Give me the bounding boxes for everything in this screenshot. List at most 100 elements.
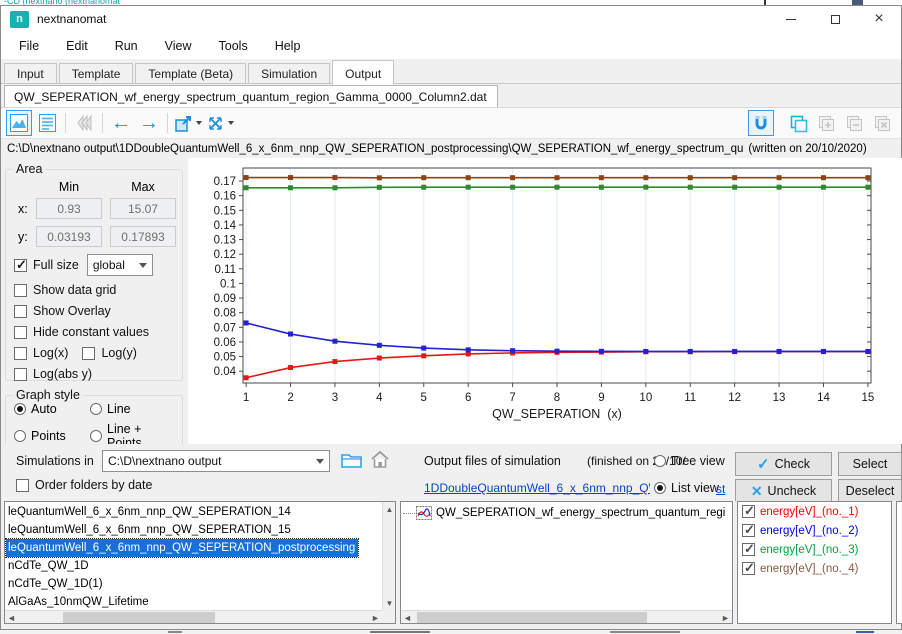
menu-view[interactable]: View <box>155 35 202 57</box>
toolbar-separator <box>102 113 103 133</box>
minimize-button[interactable] <box>769 6 813 32</box>
y-max-field[interactable]: 0.17893 <box>110 226 176 247</box>
simulation-folder-list: leQuantumWell_6_x_6nm_nnp_QW_SEPERATION_… <box>4 501 396 624</box>
order-folders-by-date-checkbox[interactable]: Order folders by date <box>16 478 152 492</box>
y-min-field[interactable]: 0.03193 <box>36 226 102 247</box>
simulations-in-label: Simulations in <box>16 454 94 468</box>
close-tab-icon <box>873 114 892 133</box>
screen: { "desktop": { "top_overflow_text": "-CD… <box>0 0 902 634</box>
text-view-button[interactable] <box>34 110 60 136</box>
svg-text:8: 8 <box>554 392 560 404</box>
menu-run[interactable]: Run <box>105 35 148 57</box>
nextnanomat-window: n nextnanomat × File Edit Run View Tools… <box>0 5 902 630</box>
export-button[interactable] <box>173 110 203 136</box>
folder-item[interactable]: nCdTe_QW_1D <box>6 557 381 575</box>
tree-branch <box>403 513 415 514</box>
full-size-scope-select[interactable]: global <box>87 254 153 276</box>
folder-item-selected[interactable]: leQuantumWell_6_x_6nm_nnp_QW_SEPERATION_… <box>6 539 358 557</box>
navigate-forward-button[interactable]: → <box>136 110 162 136</box>
folder-item[interactable]: AlGaAs_10nmQW_Lifetime <box>6 593 381 611</box>
dataset-item[interactable]: energy[eV]_(no._1) <box>738 502 891 521</box>
svg-text:0.06: 0.06 <box>214 337 236 349</box>
horizontal-scrollbar[interactable]: ◄ ► <box>5 610 382 623</box>
full-size-checkbox[interactable] <box>14 259 27 272</box>
home-button[interactable] <box>369 449 391 470</box>
area-title: Area <box>13 162 45 176</box>
tab-input[interactable]: Input <box>4 63 57 84</box>
show-overlay-checkbox[interactable] <box>14 305 27 318</box>
graph-style-auto-radio[interactable] <box>14 403 26 415</box>
folder-item[interactable]: leQuantumWell_6_x_6nm_nnp_QW_SEPERATION_… <box>6 521 381 539</box>
svg-text:0.08: 0.08 <box>214 308 236 320</box>
scroll-right-icon[interactable]: ► <box>719 611 732 624</box>
dataset-item[interactable]: energy[eV]_(no._3) <box>738 540 891 559</box>
path-bar: C:\D\nextnano output\1DDoubleQuantumWell… <box>1 139 901 158</box>
tree-view-radio[interactable]: Tree view <box>654 454 725 468</box>
min-column-header: Min <box>36 180 102 194</box>
uncheck-button[interactable]: ✕ Uncheck <box>735 479 832 503</box>
graph-style-line-points-radio[interactable] <box>90 430 102 442</box>
dataset-item[interactable]: energy[eV]_(no._2) <box>738 521 891 540</box>
maximize-button[interactable] <box>813 6 857 32</box>
hide-constant-values-checkbox[interactable] <box>14 326 27 339</box>
duplicate-tab-button[interactable] <box>785 110 811 136</box>
tab-simulation[interactable]: Simulation <box>248 63 330 84</box>
x-min-field[interactable]: 0.93 <box>36 198 102 219</box>
log-x-checkbox[interactable] <box>14 347 27 360</box>
horizontal-scrollbar[interactable]: ◄ ► <box>401 610 732 623</box>
dataset-checkbox[interactable] <box>742 505 755 518</box>
x-max-field[interactable]: 15.07 <box>110 198 176 219</box>
check-icon: ✓ <box>757 455 770 473</box>
tab-template[interactable]: Template <box>59 63 134 84</box>
snap-magnet-button[interactable] <box>748 110 774 136</box>
simulation-result-link[interactable]: 1DDoubleQuantumWell_6_x_6nm_nnp_QW_SEP <box>424 481 650 495</box>
fit-to-window-button[interactable] <box>205 110 235 136</box>
scroll-up-icon[interactable]: ▲ <box>383 502 396 516</box>
graph-style-line-radio[interactable] <box>90 403 102 415</box>
svg-text:0.13: 0.13 <box>214 235 236 247</box>
scrollbar-thumb[interactable] <box>417 612 647 623</box>
graph-style-points-radio[interactable] <box>14 430 26 442</box>
select-button[interactable]: Select <box>838 452 902 476</box>
dataset-checkbox[interactable] <box>742 543 755 556</box>
dropdown-caret-icon <box>196 121 202 125</box>
open-folder-button[interactable] <box>340 449 363 470</box>
deselect-button[interactable]: Deselect <box>838 479 902 503</box>
close-button[interactable]: × <box>857 6 901 32</box>
folder-item[interactable]: nCdTe_QW_1D(1) <box>6 575 381 593</box>
truncated-link-fragment[interactable]: st <box>716 482 725 496</box>
arrow-right-icon: → <box>139 113 159 133</box>
magnet-icon <box>752 114 770 133</box>
file-tab[interactable]: QW_SEPERATION_wf_energy_spectrum_quantum… <box>4 85 498 107</box>
output-file-tree: QW_SEPERATION_wf_energy_spectrum_quantum… <box>400 501 733 624</box>
scroll-left-icon[interactable]: ◄ <box>401 611 414 624</box>
menu-tools[interactable]: Tools <box>209 35 258 57</box>
navigate-back-button[interactable]: ← <box>108 110 134 136</box>
energy-spectrum-chart[interactable]: 0.040.050.060.070.080.090.10.110.120.130… <box>188 158 902 444</box>
folder-item[interactable]: leQuantumWell_6_x_6nm_nnp_QW_SEPERATION_… <box>6 503 381 521</box>
scroll-right-icon[interactable]: ► <box>369 611 382 624</box>
check-button[interactable]: ✓ Check <box>735 452 832 476</box>
toolbar: ← → <box>1 108 901 139</box>
output-file-item[interactable]: QW_SEPERATION_wf_energy_spectrum_quantum… <box>403 504 732 522</box>
tab-template-beta[interactable]: Template (Beta) <box>135 63 246 84</box>
scroll-down-icon[interactable]: ▼ <box>383 596 396 610</box>
log-abs-y-checkbox[interactable] <box>14 368 27 381</box>
menu-edit[interactable]: Edit <box>56 35 98 57</box>
scrollbar-thumb[interactable] <box>63 612 215 623</box>
simulations-dir-select[interactable]: C:\D\nextnano output <box>102 450 330 472</box>
scroll-left-icon[interactable]: ◄ <box>5 611 18 624</box>
log-y-checkbox[interactable] <box>82 347 95 360</box>
menu-file[interactable]: File <box>9 35 49 57</box>
tab-output[interactable]: Output <box>332 60 394 85</box>
remove-tab-button <box>841 110 867 136</box>
dataset-checkbox[interactable] <box>742 524 755 537</box>
svg-text:0.1: 0.1 <box>220 278 236 290</box>
list-view-radio[interactable]: List view <box>654 481 719 495</box>
chart-view-button[interactable] <box>6 110 32 136</box>
vertical-scrollbar[interactable]: ▲ ▼ <box>382 502 395 610</box>
show-data-grid-checkbox[interactable] <box>14 284 27 297</box>
dataset-item[interactable]: energy[eV]_(no._4) <box>738 559 891 578</box>
menu-help[interactable]: Help <box>265 35 311 57</box>
dataset-checkbox[interactable] <box>742 562 755 575</box>
